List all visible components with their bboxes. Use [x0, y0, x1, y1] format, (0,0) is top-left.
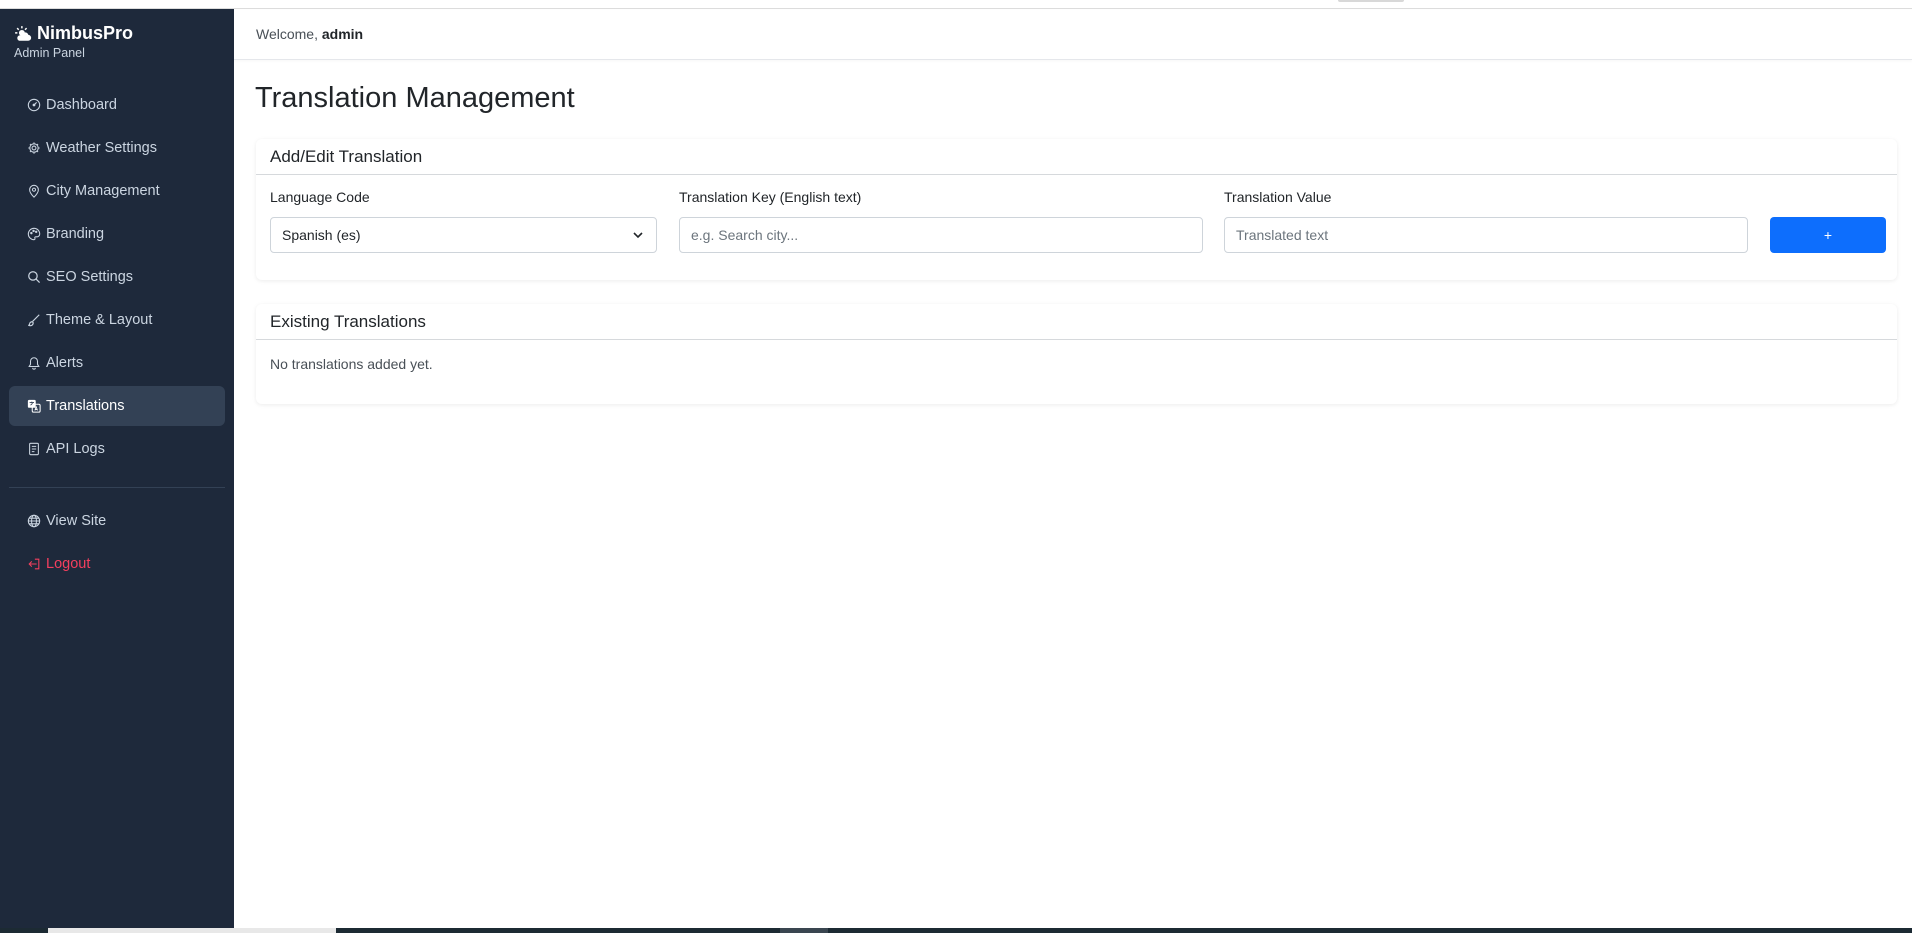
brush-icon: [28, 314, 40, 327]
taskbar-window-preview: [48, 928, 336, 933]
language-code-value: Spanish (es): [282, 227, 361, 243]
translation-value-label: Translation Value: [1224, 189, 1332, 205]
sidebar-item-label: Theme & Layout: [46, 312, 153, 328]
brand-title[interactable]: NimbusPro: [14, 23, 133, 44]
sidebar-item-logout[interactable]: Logout: [9, 544, 225, 584]
map-pin-icon: [29, 184, 39, 198]
sidebar-item-alerts[interactable]: Alerts: [9, 343, 225, 383]
sidebar-item-label: API Logs: [46, 441, 105, 457]
sidebar-item-label: SEO Settings: [46, 269, 134, 285]
cloud-sun-icon: [15, 25, 32, 41]
sidebar-item-view-site[interactable]: View Site: [9, 501, 225, 541]
sidebar-item-label: Alerts: [46, 355, 84, 371]
translation-value-input[interactable]: Translated text: [1224, 217, 1748, 253]
taskbar-item: [780, 928, 828, 933]
card-title: Add/Edit Translation: [256, 139, 1897, 175]
sidebar-item-label: Logout: [46, 556, 91, 572]
add-translation-button[interactable]: +: [1770, 217, 1886, 253]
top-header: Welcome, admin: [234, 10, 1912, 60]
sidebar-item-label: Branding: [46, 226, 105, 242]
app-subtitle: Admin Panel: [14, 46, 85, 60]
palette-icon: [27, 227, 41, 241]
logout-icon: [28, 558, 40, 570]
search-icon: [28, 271, 41, 284]
sidebar-item-label: View Site: [46, 513, 107, 529]
browser-tab-hint: [1338, 0, 1404, 2]
add-translation-card: Add/Edit Translation Language Code Spani…: [256, 139, 1897, 280]
sidebar-item-city-management[interactable]: City Management: [9, 171, 225, 211]
os-taskbar-edge: [0, 928, 1912, 933]
sidebar-item-dashboard[interactable]: Dashboard: [9, 85, 225, 125]
translation-key-label: Translation Key (English text): [679, 189, 862, 205]
sidebar-item-api-logs[interactable]: API Logs: [9, 429, 225, 469]
translation-value-placeholder: Translated text: [1236, 227, 1329, 243]
sidebar-item-label: City Management: [46, 183, 160, 199]
page-title: Translation Management: [255, 82, 575, 114]
existing-translations-card: Existing Translations No translations ad…: [256, 304, 1897, 404]
speedometer-icon: [27, 98, 41, 112]
language-code-label: Language Code: [270, 189, 370, 205]
sidebar-divider: [9, 487, 225, 488]
sidebar-item-seo-settings[interactable]: SEO Settings: [9, 257, 225, 297]
sidebar-item-label: Translations: [46, 398, 125, 414]
empty-state-message: No translations added yet.: [270, 356, 433, 372]
browser-top-edge: [0, 0, 1912, 9]
sidebar-item-label: Dashboard: [46, 97, 117, 113]
sidebar-item-branding[interactable]: Branding: [9, 214, 225, 254]
sidebar: NimbusPro Admin Panel Dashboard Weather …: [0, 9, 234, 928]
welcome-username: admin: [321, 26, 364, 42]
sidebar-nav: Dashboard Weather Settings City Manageme…: [9, 85, 225, 587]
globe-icon: [27, 514, 41, 528]
chevron-down-icon: [633, 232, 643, 239]
card-title: Existing Translations: [256, 304, 1897, 340]
sidebar-item-weather-settings[interactable]: Weather Settings: [9, 128, 225, 168]
translate-icon: [27, 399, 41, 413]
sidebar-item-theme-layout[interactable]: Theme & Layout: [9, 300, 225, 340]
app-name: NimbusPro: [37, 23, 134, 43]
bell-icon: [28, 357, 40, 370]
welcome-text: Welcome, admin: [256, 26, 363, 42]
sidebar-item-translations[interactable]: Translations: [9, 386, 225, 426]
translation-key-placeholder: e.g. Search city...: [691, 227, 799, 243]
document-icon: [29, 442, 39, 456]
gear-icon: [28, 142, 40, 154]
sidebar-item-label: Weather Settings: [46, 140, 157, 156]
welcome-prefix: Welcome,: [256, 26, 322, 42]
brand: NimbusPro Admin Panel: [14, 23, 133, 60]
translation-key-input[interactable]: e.g. Search city...: [679, 217, 1203, 253]
language-code-select[interactable]: Spanish (es): [270, 217, 657, 253]
